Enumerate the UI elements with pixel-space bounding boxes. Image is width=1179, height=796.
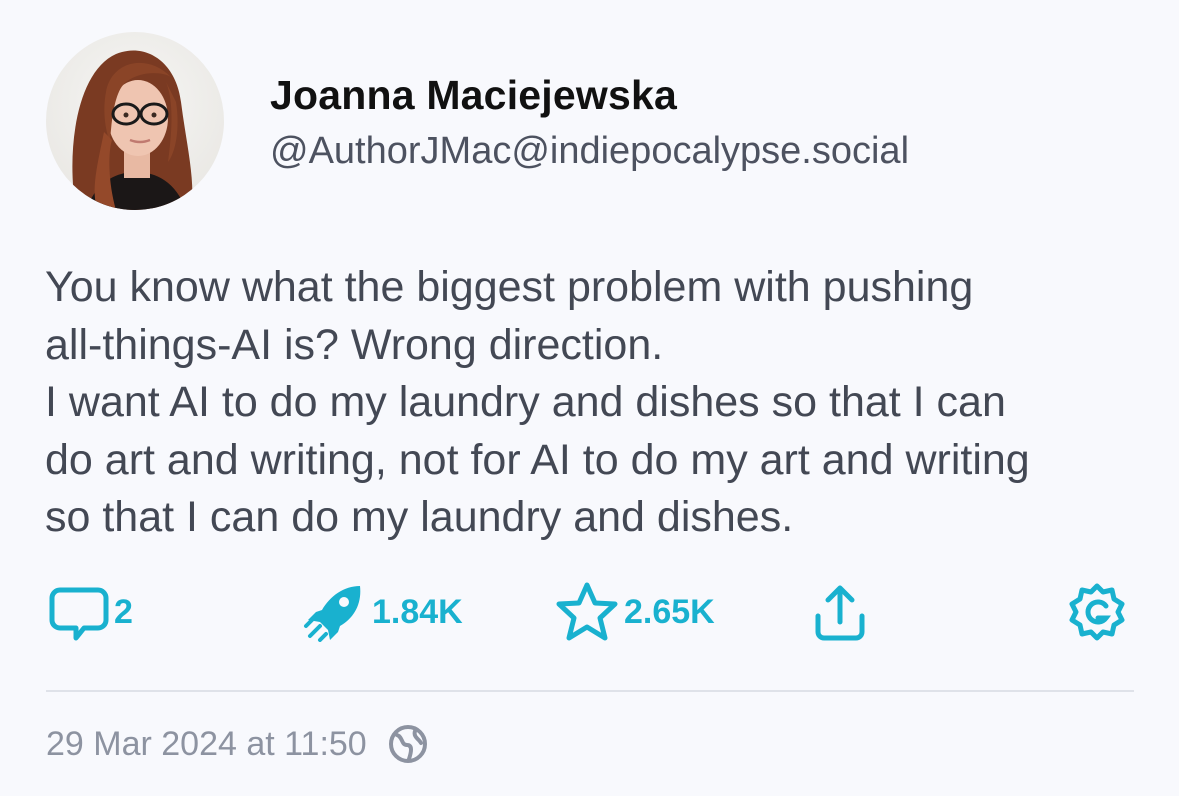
globe-icon [367, 723, 429, 765]
settings-button[interactable] [1066, 582, 1128, 642]
reply-count: 2 [114, 592, 133, 631]
reply-button[interactable]: 2 [46, 582, 133, 642]
account-handle[interactable]: @AuthorJMac@indiepocalypse.social [270, 130, 909, 173]
favourite-button[interactable]: 2.65K [554, 582, 715, 642]
post-card: Joanna Maciejewska @AuthorJMac@indiepoca… [0, 0, 1179, 796]
avatar-photo [46, 32, 224, 210]
divider [46, 690, 1134, 692]
share-button[interactable] [808, 582, 872, 642]
post-text: You know what the biggest problem with p… [45, 263, 1030, 541]
boost-count: 1.84K [372, 592, 463, 631]
reply-icon [46, 582, 110, 642]
star-icon [554, 582, 620, 642]
avatar[interactable] [46, 32, 224, 210]
settings-icon [1066, 582, 1128, 642]
display-name[interactable]: Joanna Maciejewska [270, 72, 677, 119]
post-meta: 29 Mar 2024 at 11:50 [46, 722, 429, 766]
boost-button[interactable]: 1.84K [300, 582, 463, 642]
timestamp[interactable]: 29 Mar 2024 at 11:50 [46, 725, 367, 764]
favourite-count: 2.65K [624, 592, 715, 631]
rocket-icon [300, 582, 368, 642]
share-icon [808, 582, 872, 642]
